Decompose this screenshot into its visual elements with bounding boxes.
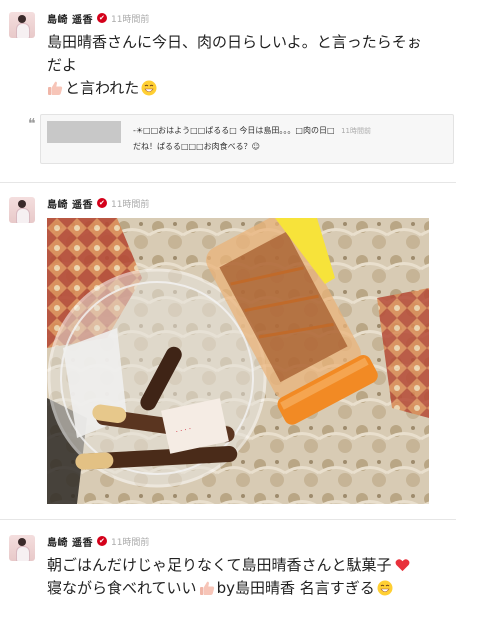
post-text-line: 朝ごはんだけじゃ足りなくて島田晴香さんと駄菓子 bbox=[47, 554, 410, 577]
author-name[interactable]: 島崎 遥香 bbox=[47, 11, 93, 26]
quote-icon: ❝ bbox=[28, 116, 36, 132]
post-text-fragment: と言われた bbox=[65, 79, 140, 97]
timestamp[interactable]: 11時間前 bbox=[111, 535, 149, 548]
post-text: 島田晴香さんに今日、肉の日らしいよ。と言ったらそぉ だよ と言われた bbox=[47, 31, 422, 100]
thumbs-up-icon bbox=[199, 581, 214, 595]
quoted-post[interactable]: -☀□□おはよう□□ぱるる□ 今日は島田。。。□肉の日□ 11時間前 だね！ぱる… bbox=[40, 114, 454, 164]
quoted-timestamp: 11時間前 bbox=[341, 127, 371, 135]
post-photo[interactable]: · · · · bbox=[47, 218, 429, 504]
author-name[interactable]: 島崎 遥香 bbox=[47, 534, 93, 549]
post-text-fragment: 朝ごはんだけじゃ足りなくて島田晴香さんと駄菓子 bbox=[47, 556, 392, 574]
post-text-line: と言われた bbox=[47, 77, 422, 100]
thumbs-up-icon bbox=[48, 81, 63, 95]
post-1: 島崎 遥香 ✔ 11時間前 島田晴香さんに今日、肉の日らしいよ。と言ったらそぉ … bbox=[0, 0, 456, 182]
author-name[interactable]: 島崎 遥香 bbox=[47, 196, 93, 211]
photo-image: · · · · bbox=[47, 218, 429, 504]
quoted-avatar-placeholder bbox=[47, 121, 121, 143]
grinning-face-icon bbox=[377, 580, 393, 596]
post-text-line: 島田晴香さんに今日、肉の日らしいよ。と言ったらそぉ bbox=[47, 33, 422, 51]
timestamp[interactable]: 11時間前 bbox=[111, 197, 149, 210]
quoted-text: -☀□□おはよう□□ぱるる□ 今日は島田。。。□肉の日□ 11時間前 だね！ぱる… bbox=[133, 123, 445, 155]
heart-icon bbox=[395, 559, 409, 572]
post-text-fragment: by島田晴香 名言すぎる bbox=[216, 579, 375, 597]
verified-badge-icon: ✔ bbox=[96, 198, 107, 208]
post-text-line: 寝ながら食べれていい by島田晴香 名言すぎる bbox=[47, 577, 410, 600]
avatar[interactable] bbox=[9, 12, 35, 38]
timestamp[interactable]: 11時間前 bbox=[111, 12, 149, 25]
post-text-line: だよ bbox=[47, 56, 78, 74]
post-3: 島崎 遥香 ✔ 11時間前 朝ごはんだけじゃ足りなくて島田晴香さんと駄菓子 寝な… bbox=[0, 520, 456, 622]
grinning-face-icon bbox=[141, 80, 157, 96]
avatar[interactable] bbox=[9, 535, 35, 561]
avatar[interactable] bbox=[9, 197, 35, 223]
verified-badge-icon: ✔ bbox=[96, 13, 107, 23]
verified-badge-icon: ✔ bbox=[96, 536, 107, 546]
post-text: 朝ごはんだけじゃ足りなくて島田晴香さんと駄菓子 寝ながら食べれていい by島田晴… bbox=[47, 554, 410, 600]
quoted-text-line: だね！ぱるる□□□お肉食べる？☺ bbox=[133, 142, 261, 151]
post-text-fragment: 寝ながら食べれていい bbox=[47, 579, 197, 597]
quoted-text-line: -☀□□おはよう□□ぱるる□ 今日は島田。。。□肉の日□ bbox=[133, 126, 335, 135]
